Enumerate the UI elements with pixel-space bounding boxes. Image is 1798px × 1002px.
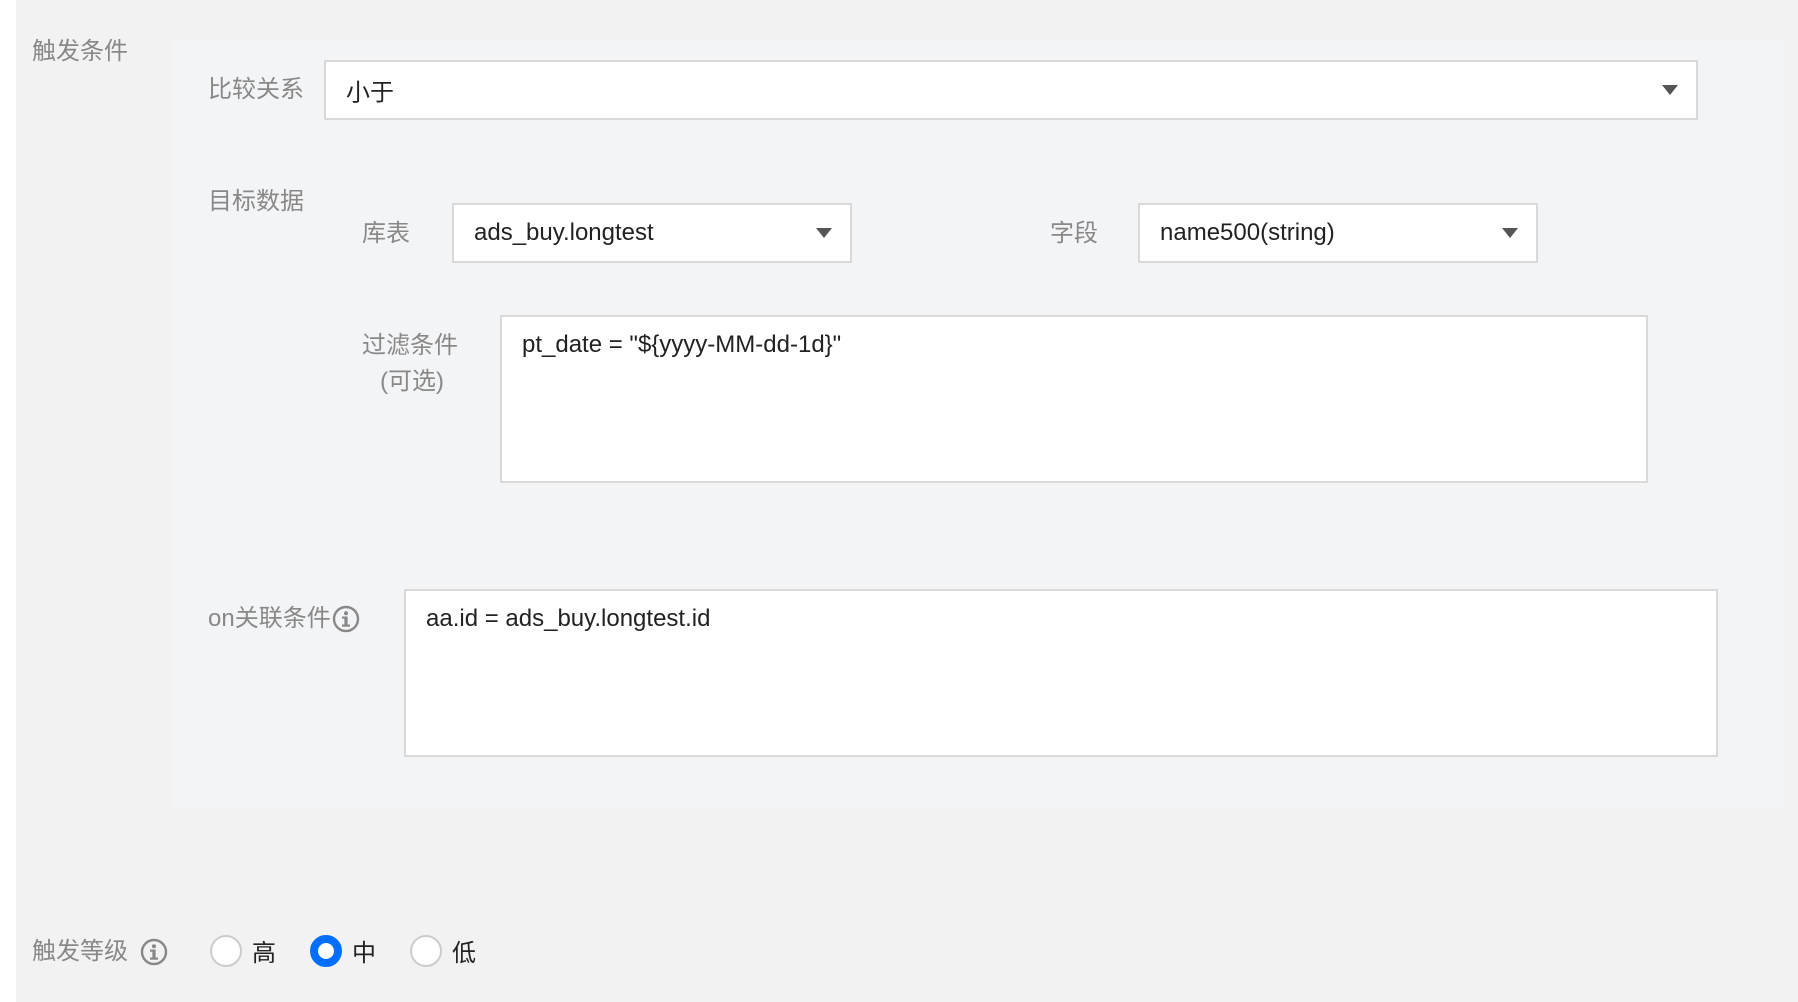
info-icon[interactable] bbox=[140, 938, 168, 966]
filter-optional-label: (可选) bbox=[380, 368, 444, 395]
target-data-label: 目标数据 bbox=[208, 188, 304, 215]
chevron-down-icon bbox=[816, 228, 832, 238]
rule-form: 触发条件 比较关系 小于 目标数据 库表 ads_buy.longtest 字段… bbox=[16, 0, 1798, 1002]
on-condition-label: on关联条件 bbox=[208, 605, 331, 632]
filter-label: 过滤条件 bbox=[362, 332, 458, 359]
chevron-down-icon bbox=[1502, 228, 1518, 238]
radio-circle[interactable] bbox=[310, 934, 342, 967]
trigger-level-high-label: 高 bbox=[252, 940, 276, 967]
trigger-level-radio-group: 高 中 低 bbox=[210, 933, 510, 968]
filter-input[interactable] bbox=[500, 315, 1648, 483]
trigger-level-label: 触发等级 bbox=[32, 938, 128, 965]
trigger-level-medium-label: 中 bbox=[352, 940, 376, 967]
trigger-condition-label: 触发条件 bbox=[32, 38, 128, 65]
on-condition-input[interactable] bbox=[404, 589, 1718, 757]
field-label: 字段 bbox=[1050, 220, 1098, 247]
radio-circle[interactable] bbox=[210, 934, 242, 967]
trigger-condition-panel: 比较关系 小于 目标数据 库表 ads_buy.longtest 字段 name… bbox=[172, 40, 1784, 808]
chevron-down-icon bbox=[1662, 85, 1678, 95]
trigger-level-low-radio[interactable]: 低 bbox=[410, 933, 476, 968]
trigger-level-low-label: 低 bbox=[452, 940, 476, 967]
table-value: ads_buy.longtest bbox=[474, 219, 654, 246]
info-icon[interactable] bbox=[332, 605, 360, 633]
field-select[interactable]: name500(string) bbox=[1138, 203, 1538, 263]
comparison-select[interactable]: 小于 bbox=[324, 60, 1698, 120]
comparison-label: 比较关系 bbox=[208, 76, 304, 103]
trigger-level-medium-radio[interactable]: 中 bbox=[310, 933, 376, 968]
table-select[interactable]: ads_buy.longtest bbox=[452, 203, 852, 263]
comparison-value: 小于 bbox=[346, 79, 394, 107]
radio-circle[interactable] bbox=[410, 934, 442, 967]
trigger-level-high-radio[interactable]: 高 bbox=[210, 933, 276, 968]
field-value: name500(string) bbox=[1160, 219, 1335, 246]
table-label: 库表 bbox=[362, 220, 410, 247]
